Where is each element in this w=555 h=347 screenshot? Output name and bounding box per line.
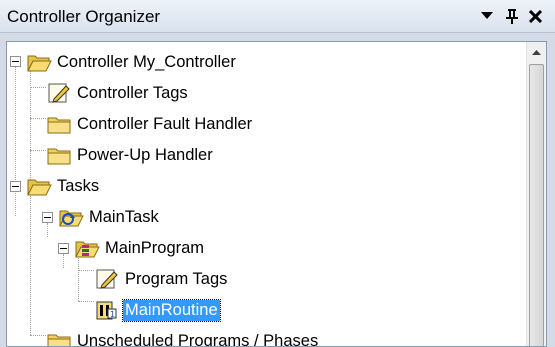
panel-titlebar: Controller Organizer (0, 0, 555, 33)
tree-node-label: MainProgram (105, 238, 205, 257)
tree-connector (78, 301, 94, 302)
dropdown-menu-button[interactable] (478, 6, 496, 26)
folder-open-icon (26, 175, 52, 197)
tree-connector (63, 254, 64, 268)
svg-text:1: 1 (110, 310, 115, 319)
tree-node-label: Controller Tags (77, 83, 188, 102)
tree-node-maintask[interactable]: MainTask (58, 204, 161, 230)
organizer-panel: Controller My_Controller Controller Tags… (0, 33, 555, 347)
tree-connector (78, 270, 94, 271)
tree-node-label: MainRoutine (122, 298, 221, 322)
tree-connector (30, 118, 46, 119)
collapse-toggle[interactable] (10, 56, 21, 67)
close-icon (528, 9, 542, 23)
folder-icon (46, 330, 72, 346)
tree-node-label: Controller Fault Handler (77, 114, 253, 133)
chevron-up-icon (532, 49, 541, 55)
scroll-up-button[interactable] (527, 42, 546, 62)
tree-node-controller[interactable]: Controller My_Controller (26, 49, 238, 75)
tree-node-program-tags[interactable]: Program Tags (94, 266, 229, 292)
close-button[interactable] (526, 6, 544, 26)
tree-connector (30, 335, 46, 336)
pin-button[interactable] (503, 6, 521, 26)
tree-node-label: Controller My_Controller (57, 52, 236, 71)
folder-open-icon (26, 51, 52, 73)
tree-node-unscheduled[interactable]: Unscheduled Programs / Phases (46, 328, 320, 347)
scroll-thumb[interactable] (529, 64, 544, 346)
vertical-scrollbar[interactable] (526, 42, 546, 346)
collapse-toggle[interactable] (42, 212, 53, 223)
tags-icon (94, 268, 120, 290)
tree-node-label: Power-Up Handler (77, 145, 213, 164)
tree-connector (47, 223, 48, 237)
tree-node-mainprogram[interactable]: MainProgram (74, 235, 206, 261)
tree-node-label: MainTask (89, 207, 159, 226)
program-icon (74, 237, 100, 259)
task-icon (58, 206, 84, 228)
tree-connector (15, 62, 16, 216)
controller-tree[interactable]: Controller My_Controller Controller Tags… (6, 41, 547, 347)
tags-icon (46, 82, 72, 104)
chevron-down-icon (481, 12, 493, 19)
tree-node-controller-tags[interactable]: Controller Tags (46, 80, 190, 106)
tree-node-label: Program Tags (125, 269, 228, 288)
tree-node-label: Tasks (57, 176, 100, 195)
tree-node-label: Unscheduled Programs / Phases (77, 331, 319, 347)
pin-icon (506, 8, 518, 24)
folder-icon (46, 113, 72, 135)
routine-icon: 1 (94, 299, 120, 321)
folder-icon (46, 144, 72, 166)
collapse-toggle[interactable] (10, 181, 21, 192)
tree-connector (30, 193, 31, 335)
collapse-toggle[interactable] (58, 243, 69, 254)
tree-connector (30, 62, 31, 184)
panel-title: Controller Organizer (7, 7, 161, 26)
tree-connector (78, 254, 79, 301)
tree-node-fault-handler[interactable]: Controller Fault Handler (46, 111, 254, 137)
tree-node-tasks[interactable]: Tasks (26, 173, 101, 199)
tree-connector (30, 150, 46, 151)
tree-node-powerup-handler[interactable]: Power-Up Handler (46, 142, 215, 168)
tree-connector (30, 87, 46, 88)
tree-node-mainroutine[interactable]: 1 MainRoutine (94, 297, 221, 323)
